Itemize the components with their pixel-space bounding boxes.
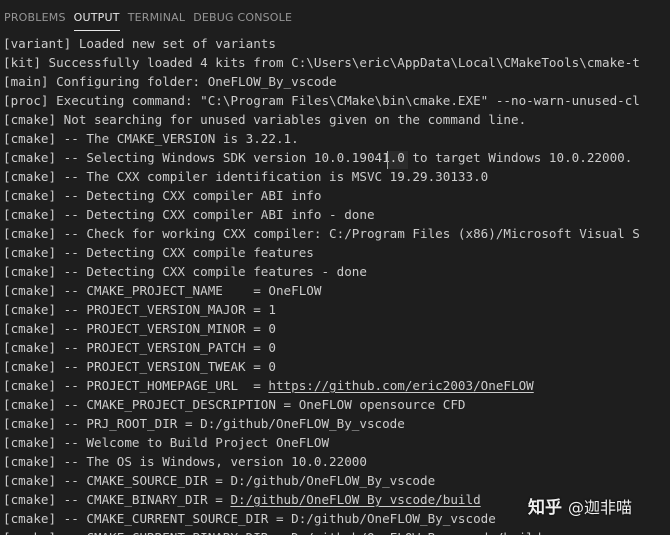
output-panel: PROBLEMS OUTPUT TERMINAL DEBUG CONSOLE [… bbox=[0, 0, 670, 535]
log-line-text: [main] Configuring folder: OneFLOW_By_vs… bbox=[3, 74, 337, 89]
log-line-link[interactable]: https://github.com/eric2003/OneFLOW bbox=[268, 378, 533, 393]
log-line: [cmake] -- CMAKE_PROJECT_DESCRIPTION = O… bbox=[3, 395, 670, 414]
tab-problems[interactable]: PROBLEMS bbox=[0, 0, 70, 36]
log-line-text: [cmake] -- The CMAKE_VERSION is 3.22.1. bbox=[3, 131, 299, 146]
log-line-text: [cmake] -- PROJECT_VERSION_MAJOR = 1 bbox=[3, 302, 276, 317]
log-line: [cmake] -- Selecting Windows SDK version… bbox=[3, 148, 670, 167]
log-line: [kit] Successfully loaded 4 kits from C:… bbox=[3, 53, 670, 72]
watermark-logo: 知乎 bbox=[528, 498, 562, 518]
log-line-text: [cmake] -- CMAKE_PROJECT_NAME = OneFLOW bbox=[3, 283, 322, 298]
log-line: [cmake] -- PROJECT_VERSION_MINOR = 0 bbox=[3, 319, 670, 338]
log-line: [cmake] -- Detecting CXX compile feature… bbox=[3, 243, 670, 262]
log-line-text: [cmake] -- Detecting CXX compile feature… bbox=[3, 245, 314, 260]
log-line-text: [cmake] -- CMAKE_CURRENT_BINARY_DIR = D:… bbox=[3, 530, 541, 535]
log-line-text: [cmake] -- Welcome to Build Project OneF… bbox=[3, 435, 330, 450]
log-line-text: [cmake] -- Detecting CXX compile feature… bbox=[3, 264, 367, 279]
watermark: 知乎 @迦非喵 bbox=[528, 493, 633, 519]
log-line: [cmake] -- Check for working CXX compile… bbox=[3, 224, 670, 243]
log-line: [cmake] -- PROJECT_HOMEPAGE_URL = https:… bbox=[3, 376, 670, 395]
log-line-text: [cmake] -- The OS is Windows, version 10… bbox=[3, 454, 367, 469]
log-line-text: [cmake] Not searching for unused variabl… bbox=[3, 112, 527, 127]
log-line-text: [cmake] -- CMAKE_BINARY_DIR = bbox=[3, 492, 231, 507]
watermark-author: @迦非喵 bbox=[568, 497, 633, 517]
log-line: [cmake] -- CMAKE_PROJECT_NAME = OneFLOW bbox=[3, 281, 670, 300]
log-line-text: [cmake] -- CMAKE_PROJECT_DESCRIPTION = O… bbox=[3, 397, 466, 412]
panel-tab-bar: PROBLEMS OUTPUT TERMINAL DEBUG CONSOLE bbox=[0, 0, 670, 36]
log-line-text: [cmake] -- CMAKE_SOURCE_DIR = D:/github/… bbox=[3, 473, 436, 488]
log-line: [cmake] -- CMAKE_SOURCE_DIR = D:/github/… bbox=[3, 471, 670, 490]
log-line-text: [proc] Executing command: "C:\Program Fi… bbox=[3, 93, 640, 108]
log-line: [cmake] -- CMAKE_CURRENT_BINARY_DIR = D:… bbox=[3, 528, 670, 535]
output-log[interactable]: [variant] Loaded new set of variants [kit… bbox=[0, 34, 670, 535]
log-line: [cmake] Not searching for unused variabl… bbox=[3, 110, 670, 129]
tab-debug-console[interactable]: DEBUG CONSOLE bbox=[189, 0, 296, 36]
log-line-text: [cmake] -- CMAKE_CURRENT_SOURCE_DIR = D:… bbox=[3, 511, 496, 526]
log-line-link[interactable]: D:/github/OneFLOW_By_vscode/build bbox=[230, 492, 480, 507]
log-line: [cmake] -- PRJ_ROOT_DIR = D:/github/OneF… bbox=[3, 414, 670, 433]
log-line-text: [cmake] -- PRJ_ROOT_DIR = D:/github/OneF… bbox=[3, 416, 405, 431]
log-line: [proc] Executing command: "C:\Program Fi… bbox=[3, 91, 670, 110]
log-line: [cmake] -- PROJECT_VERSION_TWEAK = 0 bbox=[3, 357, 670, 376]
log-line: [cmake] -- The CXX compiler identificati… bbox=[3, 167, 670, 186]
log-line: [cmake] -- The OS is Windows, version 10… bbox=[3, 452, 670, 471]
log-line-text: [cmake] -- Selecting Windows SDK version… bbox=[3, 150, 633, 165]
log-line: [cmake] -- Detecting CXX compiler ABI in… bbox=[3, 186, 670, 205]
log-line-text: [cmake] -- PROJECT_VERSION_MINOR = 0 bbox=[3, 321, 276, 336]
log-line: [cmake] -- PROJECT_VERSION_MAJOR = 1 bbox=[3, 300, 670, 319]
log-line: [cmake] -- Welcome to Build Project OneF… bbox=[3, 433, 670, 452]
log-line: [variant] Loaded new set of variants bbox=[3, 34, 670, 53]
log-line-text: [variant] Loaded new set of variants bbox=[3, 36, 276, 51]
log-line-text: [cmake] -- PROJECT_HOMEPAGE_URL = bbox=[3, 378, 269, 393]
tab-output[interactable]: OUTPUT bbox=[70, 0, 124, 36]
log-line: [cmake] -- Detecting CXX compile feature… bbox=[3, 262, 670, 281]
log-line: [cmake] -- PROJECT_VERSION_PATCH = 0 bbox=[3, 338, 670, 357]
log-line: [main] Configuring folder: OneFLOW_By_vs… bbox=[3, 72, 670, 91]
log-line: [cmake] -- The CMAKE_VERSION is 3.22.1. bbox=[3, 129, 670, 148]
log-line-text: [cmake] -- PROJECT_VERSION_TWEAK = 0 bbox=[3, 359, 276, 374]
log-line-text: [cmake] -- Detecting CXX compiler ABI in… bbox=[3, 207, 375, 222]
log-line-text: [cmake] -- Detecting CXX compiler ABI in… bbox=[3, 188, 322, 203]
log-line-text: [kit] Successfully loaded 4 kits from C:… bbox=[3, 55, 640, 70]
log-line-text: [cmake] -- Check for working CXX compile… bbox=[3, 226, 640, 241]
log-line-text: [cmake] -- PROJECT_VERSION_PATCH = 0 bbox=[3, 340, 276, 355]
log-line: [cmake] -- Detecting CXX compiler ABI in… bbox=[3, 205, 670, 224]
tab-terminal[interactable]: TERMINAL bbox=[124, 0, 190, 36]
text-cursor bbox=[387, 151, 408, 169]
log-line-text: [cmake] -- The CXX compiler identificati… bbox=[3, 169, 489, 184]
